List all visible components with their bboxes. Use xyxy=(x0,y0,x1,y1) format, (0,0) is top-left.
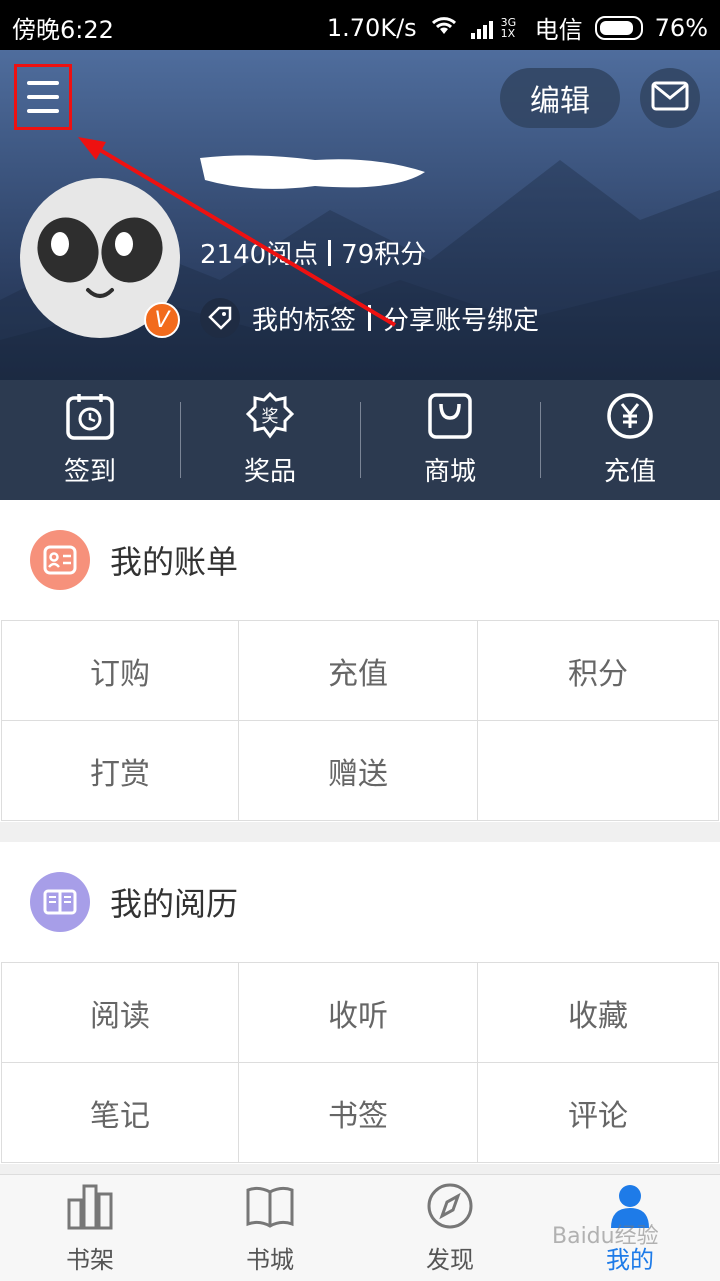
stats-divider xyxy=(328,239,332,266)
reading-grid: 阅读 收听 收藏 笔记 书签 评论 xyxy=(1,962,719,1163)
edit-button[interactable]: 编辑 xyxy=(500,68,620,128)
quick-prize[interactable]: 奖 奖品 xyxy=(180,380,360,500)
credits-text: 79积分 xyxy=(341,240,427,270)
tab-label: 书城 xyxy=(246,1245,294,1274)
watermark-text: Baidu经验 xyxy=(552,1224,659,1249)
reading-notes[interactable]: 笔记 xyxy=(1,1063,239,1163)
share-binding-link[interactable]: 分享账号绑定 xyxy=(383,300,539,337)
bill-reward[interactable]: 打赏 xyxy=(1,721,239,821)
prize-icon: 奖 xyxy=(245,391,295,451)
quick-label: 商城 xyxy=(423,457,476,487)
quick-mall[interactable]: 商城 xyxy=(360,380,540,500)
reading-title: 我的阅历 xyxy=(110,885,239,923)
battery-icon xyxy=(594,15,643,40)
quick-label: 奖品 xyxy=(243,457,296,487)
bill-recharge[interactable]: 充值 xyxy=(239,621,478,721)
status-bar: 傍晚6:22 1.70K/s 3G 1X 电信 76% xyxy=(0,0,720,50)
bill-empty-cell xyxy=(478,721,719,821)
battery-percent: 76% xyxy=(654,13,708,42)
reading-favorites[interactable]: 收藏 xyxy=(478,963,719,1063)
bill-gift[interactable]: 赠送 xyxy=(239,721,478,821)
verified-badge: V xyxy=(144,302,180,338)
tab-bookstore[interactable]: 书城 xyxy=(180,1175,360,1281)
reading-header: 我的阅历 xyxy=(0,842,720,962)
carrier-name: 电信 xyxy=(534,16,583,44)
signal-icon: 3G 1X xyxy=(470,15,523,40)
quick-label: 充值 xyxy=(603,457,656,487)
svg-text:奖: 奖 xyxy=(262,407,279,427)
reading-read[interactable]: 阅读 xyxy=(1,963,239,1063)
menu-line xyxy=(27,81,59,85)
quick-label: 签到 xyxy=(63,457,116,487)
bill-order[interactable]: 订购 xyxy=(1,621,239,721)
my-tags-link[interactable]: 我的标签 xyxy=(252,300,356,337)
book-icon xyxy=(245,1182,295,1236)
shopping-bag-icon xyxy=(425,392,475,451)
menu-line xyxy=(27,109,59,113)
bill-credits[interactable]: 积分 xyxy=(478,621,719,721)
tab-label: 书架 xyxy=(66,1245,114,1274)
bookshelf-icon xyxy=(65,1182,115,1236)
tag-icon xyxy=(200,298,240,338)
network-speed: 1.70K/s xyxy=(326,13,417,42)
calendar-icon xyxy=(65,392,115,451)
tab-discover[interactable]: 发现 xyxy=(360,1175,540,1281)
tab-bookshelf[interactable]: 书架 xyxy=(0,1175,180,1281)
reading-comments[interactable]: 评论 xyxy=(478,1063,719,1163)
tag-divider xyxy=(368,305,372,331)
quick-recharge[interactable]: 充值 xyxy=(540,380,720,500)
reading-section: 我的阅历 阅读 收听 收藏 笔记 书签 评论 xyxy=(0,842,720,1164)
status-indicators: 1.70K/s 3G 1X 电信 76% xyxy=(327,10,708,45)
open-book-icon xyxy=(30,872,90,932)
status-time: 傍晚6:22 xyxy=(12,16,114,44)
quick-actions-bar: 签到 奖 奖品 商城 充值 xyxy=(0,380,720,500)
compass-icon xyxy=(425,1182,475,1236)
tab-label: 发现 xyxy=(426,1245,474,1274)
bill-title: 我的账单 xyxy=(110,543,239,581)
tag-row: 我的标签 分享账号绑定 xyxy=(200,298,539,338)
quick-sign-in[interactable]: 签到 xyxy=(0,380,180,500)
bill-icon xyxy=(30,530,90,590)
network-type: 3G 1X xyxy=(500,15,517,40)
bill-section: 我的账单 订购 充值 积分 打赏 赠送 xyxy=(0,500,720,822)
menu-line xyxy=(27,95,59,99)
user-stats: 2140阅点 79积分 xyxy=(200,234,426,271)
profile-header: 编辑 V 2140阅点 79积分 我的标签 分享账号绑定 xyxy=(0,50,720,380)
yuan-icon xyxy=(605,392,655,451)
points-text: 2140阅点 xyxy=(200,240,319,270)
reading-bookmarks[interactable]: 书签 xyxy=(239,1063,478,1163)
wifi-icon xyxy=(429,14,459,42)
bill-header: 我的账单 xyxy=(0,500,720,620)
reading-listen[interactable]: 收听 xyxy=(239,963,478,1063)
username-redacted xyxy=(200,155,425,189)
mail-icon xyxy=(651,81,689,115)
menu-button[interactable] xyxy=(14,64,72,130)
mail-button[interactable] xyxy=(640,68,700,128)
bill-grid: 订购 充值 积分 打赏 赠送 xyxy=(1,620,719,821)
